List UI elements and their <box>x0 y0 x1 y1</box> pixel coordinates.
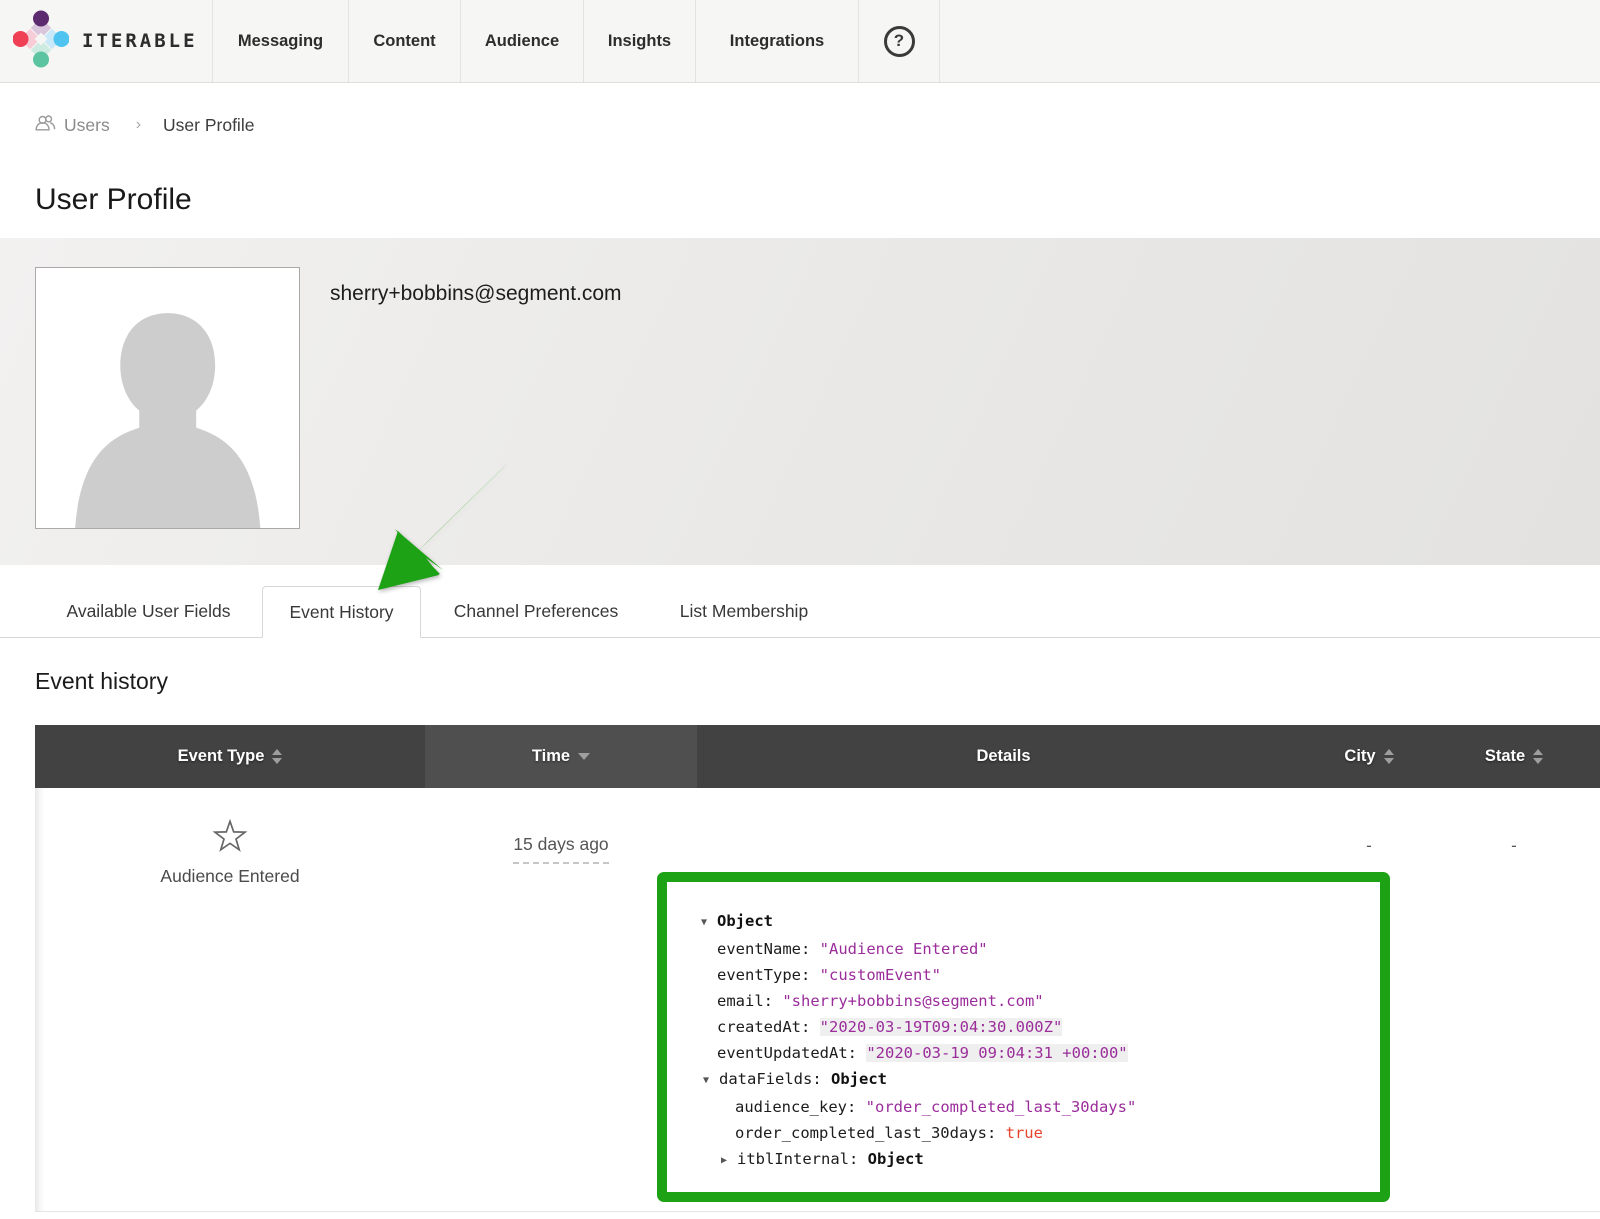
state-cell: - <box>1428 788 1600 1211</box>
tab-list-membership[interactable]: List Membership <box>651 586 837 637</box>
page-title: User Profile <box>35 183 1600 217</box>
tabs-bar: Available User Fields Event History Chan… <box>0 586 1600 638</box>
sort-icon <box>1533 749 1543 764</box>
nav-item-messaging[interactable]: Messaging <box>212 0 348 82</box>
nav-item-audience[interactable]: Audience <box>460 0 583 82</box>
column-header-details[interactable]: Details <box>697 725 1310 788</box>
expand-toggle-icon[interactable]: ▼ <box>701 910 717 936</box>
event-type-cell: Audience Entered <box>35 788 425 1211</box>
help-icon: ? <box>884 26 915 57</box>
column-header-state[interactable]: State <box>1428 725 1600 788</box>
event-history-table: Event Type Time Details City State Audie… <box>35 725 1600 1212</box>
event-type-label: Audience Entered <box>160 866 299 887</box>
chevron-right-icon: › <box>136 116 141 134</box>
sort-icon <box>1384 749 1394 764</box>
column-header-city[interactable]: City <box>1310 725 1428 788</box>
nav-item-insights[interactable]: Insights <box>583 0 695 82</box>
help-button[interactable]: ? <box>858 0 940 82</box>
breadcrumb-current: User Profile <box>163 115 254 136</box>
relative-time[interactable]: 15 days ago <box>513 834 608 864</box>
brand-name: ITERABLE <box>82 30 198 52</box>
section-title: Event history <box>35 668 1600 695</box>
expand-toggle-icon[interactable]: ▼ <box>703 1068 719 1094</box>
tab-event-history[interactable]: Event History <box>262 586 421 638</box>
sort-desc-icon <box>578 753 590 760</box>
breadcrumb-root-label: Users <box>64 115 110 136</box>
table-header: Event Type Time Details City State <box>35 725 1600 788</box>
nav-item-integrations[interactable]: Integrations <box>695 0 858 82</box>
column-header-event-type[interactable]: Event Type <box>35 725 425 788</box>
avatar <box>35 267 300 529</box>
event-details-json: ▼Object eventName: "Audience Entered" ev… <box>701 908 1364 1174</box>
table-row: Audience Entered 15 days ago ▼Object eve… <box>35 788 1600 1212</box>
nav-item-content[interactable]: Content <box>348 0 460 82</box>
column-header-time[interactable]: Time <box>425 725 697 788</box>
annotation-box: ▼Object eventName: "Audience Entered" ev… <box>657 872 1390 1202</box>
star-outline-icon <box>210 816 250 856</box>
brand[interactable]: ITERABLE <box>0 0 212 82</box>
iterable-logo-icon <box>13 10 69 73</box>
collapse-toggle-icon[interactable]: ▶ <box>721 1148 737 1174</box>
tab-available-user-fields[interactable]: Available User Fields <box>35 586 262 637</box>
tab-channel-preferences[interactable]: Channel Preferences <box>421 586 651 637</box>
user-email: sherry+bobbins@segment.com <box>330 282 622 306</box>
details-cell: ▼Object eventName: "Audience Entered" ev… <box>697 788 1310 1211</box>
breadcrumb-users-link[interactable]: Users <box>35 114 110 136</box>
sort-icon <box>272 749 282 764</box>
users-icon <box>35 114 56 136</box>
profile-hero: sherry+bobbins@segment.com <box>0 238 1600 565</box>
top-nav: ITERABLE Messaging Content Audience Insi… <box>0 0 1600 83</box>
breadcrumb: Users › User Profile <box>35 115 1600 135</box>
